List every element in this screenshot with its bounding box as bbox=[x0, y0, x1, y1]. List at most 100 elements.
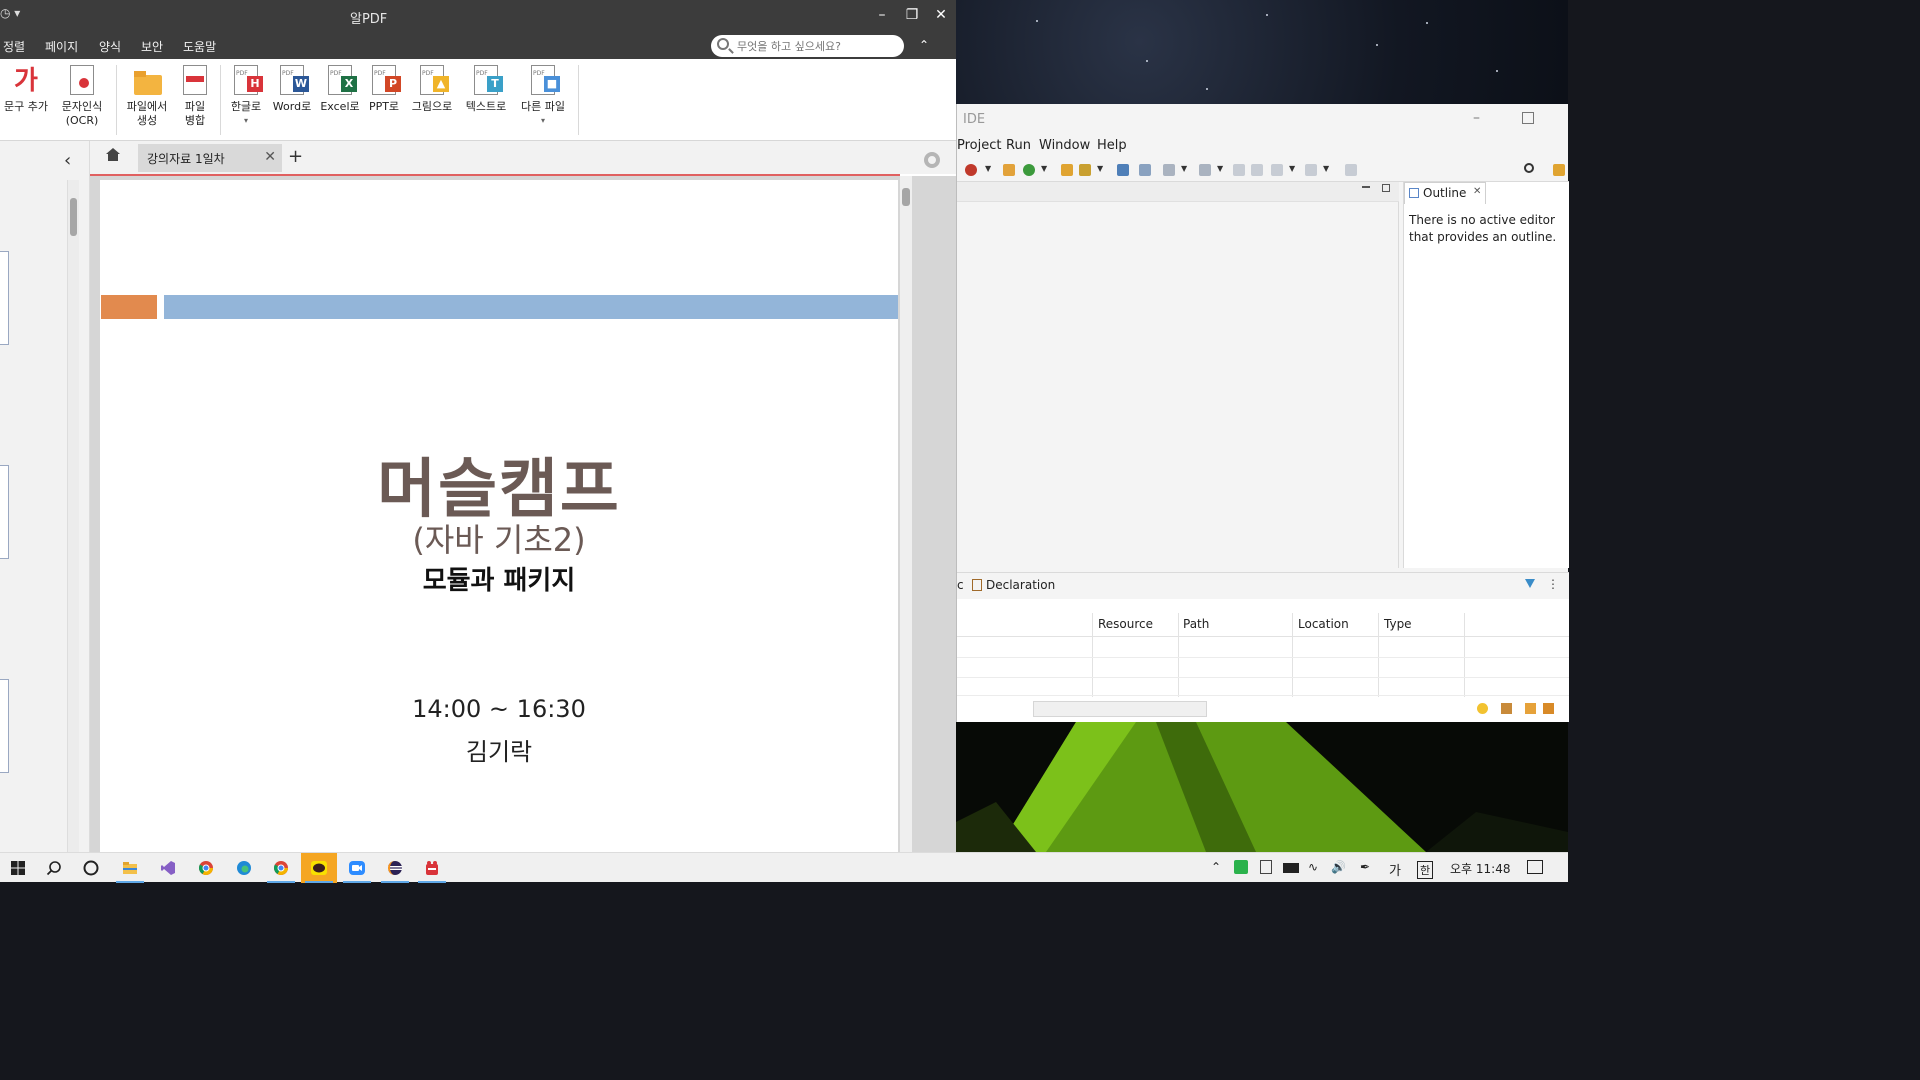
thumbnail-scrollbar[interactable] bbox=[67, 180, 79, 852]
quick-access-icon[interactable]: ◷ ▾ bbox=[0, 6, 20, 20]
close-button[interactable]: ✕ bbox=[927, 4, 955, 26]
lightbulb-icon[interactable] bbox=[1477, 703, 1488, 714]
to-text-button[interactable]: PDF T 텍스트로 bbox=[460, 65, 512, 114]
grad-cap-icon[interactable] bbox=[1543, 703, 1554, 714]
chrome-button[interactable] bbox=[188, 853, 224, 883]
menu-project[interactable]: Project bbox=[957, 138, 1001, 153]
book-icon[interactable] bbox=[1525, 703, 1536, 714]
to-image-button[interactable]: PDF ▲ 그림으로 bbox=[408, 65, 456, 114]
ime-language-indicator[interactable]: 가 bbox=[1389, 860, 1401, 879]
horizontal-scrollbar[interactable] bbox=[1033, 701, 1207, 717]
wifi-icon[interactable]: ∿ bbox=[1308, 860, 1318, 874]
column-type[interactable]: Type bbox=[1384, 617, 1412, 631]
ide-minimize-button[interactable]: – bbox=[1473, 110, 1480, 126]
visual-studio-button[interactable] bbox=[150, 853, 186, 883]
skip-breakpoints-icon[interactable] bbox=[1139, 164, 1151, 176]
add-text-button[interactable]: 가 문구 추가 bbox=[0, 65, 52, 114]
search-box[interactable] bbox=[711, 35, 904, 57]
tasks-icon[interactable] bbox=[1501, 703, 1512, 714]
menu-page[interactable]: 페이지 bbox=[45, 38, 78, 55]
to-word-button[interactable]: PDF W Word로 bbox=[270, 65, 314, 114]
alpdf-taskbar-button[interactable] bbox=[414, 853, 450, 883]
page-thumbnail[interactable] bbox=[0, 251, 9, 345]
ide-maximize-button[interactable] bbox=[1522, 112, 1534, 124]
create-from-file-button[interactable]: 파일에서 생성 bbox=[122, 65, 172, 128]
collapse-panel-icon[interactable]: ‹ bbox=[64, 150, 71, 171]
to-ppt-button[interactable]: PDF P PPT로 bbox=[364, 65, 404, 114]
merge-files-button[interactable]: 파일 병합 bbox=[176, 65, 214, 128]
pin-editor-icon[interactable] bbox=[1345, 164, 1357, 176]
dropdown-caret-icon[interactable]: ▼ bbox=[1097, 164, 1103, 173]
back-nav-icon[interactable] bbox=[1271, 164, 1283, 176]
menu-help[interactable]: Help bbox=[1097, 138, 1127, 153]
file-explorer-button[interactable] bbox=[112, 853, 148, 883]
ocr-button[interactable]: 문자인식 (OCR) bbox=[58, 65, 106, 128]
minimize-view-icon[interactable] bbox=[1362, 186, 1370, 188]
volume-icon[interactable]: 🔊 bbox=[1331, 860, 1346, 874]
menu-security[interactable]: 보안 bbox=[141, 38, 163, 55]
pen-icon[interactable]: ✒ bbox=[1360, 860, 1370, 874]
dropdown-caret-icon[interactable]: ▼ bbox=[1217, 164, 1223, 173]
close-tab-icon[interactable]: ✕ bbox=[264, 149, 276, 165]
edge-button[interactable] bbox=[226, 853, 262, 883]
search-input[interactable] bbox=[737, 37, 897, 55]
search-icon[interactable] bbox=[1524, 163, 1534, 173]
open-perspective-icon[interactable] bbox=[1553, 164, 1565, 176]
dropdown-caret-icon[interactable]: ▼ bbox=[1181, 164, 1187, 173]
maximize-button[interactable]: ❐ bbox=[898, 4, 926, 26]
meet-now-icon[interactable] bbox=[1260, 860, 1272, 874]
battery-icon[interactable] bbox=[1283, 863, 1299, 873]
search-taskbar-button[interactable] bbox=[36, 853, 72, 883]
declaration-tab[interactable]: Declaration bbox=[986, 578, 1055, 592]
cortana-button[interactable] bbox=[73, 853, 109, 883]
chrome-profile-button[interactable] bbox=[263, 853, 299, 883]
minimize-button[interactable]: – bbox=[868, 4, 896, 26]
close-tab-icon[interactable]: ✕ bbox=[1473, 186, 1481, 197]
to-other-file-button[interactable]: PDF ■ 다른 파일 ▾ bbox=[516, 65, 570, 128]
menu-sort[interactable]: 정렬 bbox=[3, 38, 25, 55]
document-tab[interactable]: 강의자료 1일차 ✕ bbox=[138, 144, 282, 172]
run-icon[interactable] bbox=[1023, 164, 1035, 176]
new-java-project-icon[interactable] bbox=[1003, 164, 1015, 176]
open-type-icon[interactable] bbox=[1061, 164, 1073, 176]
menu-window[interactable]: Window bbox=[1039, 138, 1090, 153]
menu-run[interactable]: Run bbox=[1006, 138, 1031, 153]
tray-app-icon[interactable] bbox=[1234, 860, 1248, 874]
zoom-button[interactable] bbox=[339, 853, 375, 883]
home-icon[interactable] bbox=[106, 148, 120, 162]
dropdown-caret-icon[interactable]: ▼ bbox=[1323, 164, 1329, 173]
back-icon[interactable] bbox=[1251, 164, 1263, 176]
maximize-view-icon[interactable] bbox=[1382, 184, 1390, 192]
menu-help[interactable]: 도움말 bbox=[183, 38, 216, 55]
dropdown-caret-icon[interactable]: ▼ bbox=[1041, 164, 1047, 173]
show-hidden-icons-chevron-icon[interactable]: ⌃ bbox=[1211, 860, 1221, 874]
menu-form[interactable]: 양식 bbox=[99, 38, 121, 55]
debug-icon[interactable] bbox=[965, 164, 977, 176]
start-button[interactable] bbox=[0, 853, 36, 883]
previous-annotation-icon[interactable] bbox=[1199, 164, 1211, 176]
search-tool-icon[interactable] bbox=[1079, 164, 1091, 176]
last-edit-icon[interactable] bbox=[1233, 164, 1245, 176]
add-tab-icon[interactable]: + bbox=[288, 146, 303, 167]
dropdown-caret-icon[interactable]: ▼ bbox=[1289, 164, 1295, 173]
page-thumbnail[interactable] bbox=[0, 679, 9, 773]
filter-icon[interactable] bbox=[1525, 579, 1535, 588]
dropdown-caret-icon[interactable]: ▾ bbox=[226, 114, 266, 128]
collapse-ribbon-icon[interactable]: ⌃ bbox=[919, 38, 929, 52]
settings-gear-icon[interactable] bbox=[924, 152, 940, 168]
next-annotation-icon[interactable] bbox=[1163, 164, 1175, 176]
page-thumbnail[interactable] bbox=[0, 465, 9, 559]
dropdown-caret-icon[interactable]: ▾ bbox=[516, 114, 570, 128]
eclipse-button[interactable] bbox=[377, 853, 413, 883]
kakaotalk-button[interactable] bbox=[301, 853, 337, 883]
dropdown-caret-icon[interactable]: ▼ bbox=[985, 164, 991, 173]
page-scrollbar[interactable] bbox=[900, 176, 912, 852]
column-resource[interactable]: Resource bbox=[1098, 617, 1153, 631]
taskbar-clock[interactable]: 오후 11:48 bbox=[1450, 860, 1510, 877]
view-menu-icon[interactable]: ⋮ bbox=[1547, 577, 1559, 591]
to-excel-button[interactable]: PDF X Excel로 bbox=[318, 65, 362, 114]
outline-tab[interactable]: Outline ✕ bbox=[1404, 182, 1486, 204]
notification-center-icon[interactable] bbox=[1527, 860, 1543, 874]
truncated-tab-label[interactable]: c bbox=[957, 578, 964, 592]
to-hangul-button[interactable]: PDF H 한글로 ▾ bbox=[226, 65, 266, 128]
